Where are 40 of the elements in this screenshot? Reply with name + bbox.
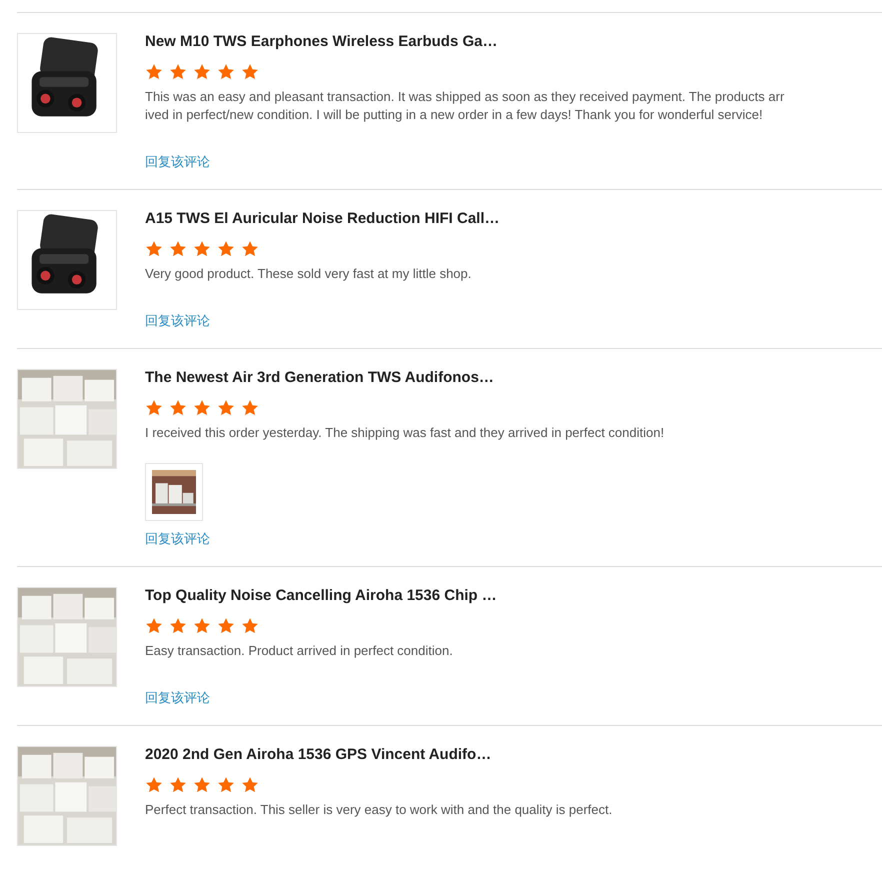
star-icon <box>169 240 187 258</box>
star-icon <box>217 399 235 417</box>
star-icon <box>217 776 235 794</box>
star-icon <box>145 240 163 258</box>
reply-link[interactable]: 回复该评论 <box>145 689 210 707</box>
review-text: Very good product. These sold very fast at my little shop. <box>145 265 472 283</box>
review-text: This was an easy and pleasant transaction. It was shipped as soon as they received payment. The products arrived in perfect/new condition. I will be putting in a new order in a few days! Thank you for wonderful service! <box>145 88 786 124</box>
star-icon <box>217 617 235 635</box>
star-icon <box>217 240 235 258</box>
review-text: Perfect transaction. This seller is very easy to work with and the quality is perfect. <box>145 801 614 819</box>
reply-link[interactable]: 回复该评论 <box>145 312 210 330</box>
star-icon <box>241 240 259 258</box>
star-icon <box>145 617 163 635</box>
star-icon <box>169 617 187 635</box>
star-icon <box>217 63 235 81</box>
star-icon <box>241 617 259 635</box>
product-title[interactable]: Top Quality Noise Cancelling Airoha 1536 Chip … <box>145 587 787 605</box>
star-icon <box>193 240 211 258</box>
review-text: Easy transaction. Product arrived in perfect condition. <box>145 642 454 660</box>
star-icon <box>193 63 211 81</box>
star-icon <box>169 63 187 81</box>
star-icon <box>145 63 163 81</box>
review-text: I received this order yesterday. The shipping was fast and they arrived in perfect condition! <box>145 424 666 442</box>
star-icon <box>241 399 259 417</box>
star-icon <box>193 776 211 794</box>
review-photo[interactable] <box>145 463 203 521</box>
star-icon <box>241 776 259 794</box>
reply-link[interactable]: 回复该评论 <box>145 530 210 548</box>
product-title[interactable]: The Newest Air 3rd Generation TWS Audifonos… <box>145 369 787 387</box>
product-title[interactable]: New M10 TWS Earphones Wireless Earbuds Ga… <box>145 33 787 51</box>
star-icon <box>193 399 211 417</box>
star-icon <box>169 776 187 794</box>
reply-link[interactable]: 回复该评论 <box>145 153 210 171</box>
product-title[interactable]: A15 TWS El Auricular Noise Reduction HIFI Call… <box>145 210 787 228</box>
star-icon <box>193 617 211 635</box>
product-title[interactable]: 2020 2nd Gen Airoha 1536 GPS Vincent Audifo… <box>145 746 787 764</box>
star-icon <box>145 399 163 417</box>
star-icon <box>145 776 163 794</box>
star-icon <box>241 63 259 81</box>
star-icon <box>169 399 187 417</box>
